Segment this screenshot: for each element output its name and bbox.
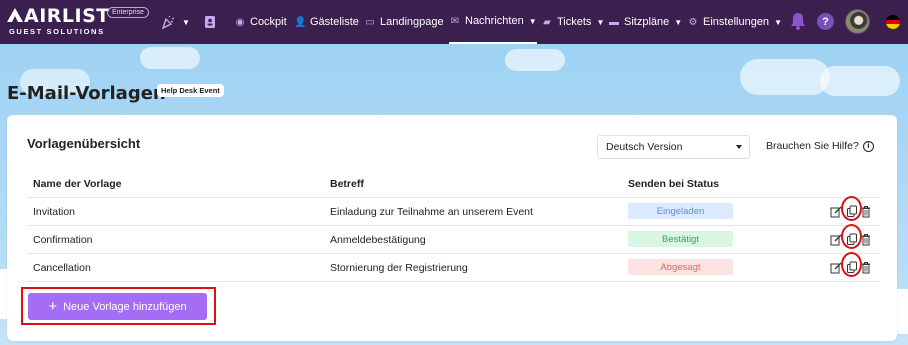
table-divider: [27, 281, 879, 282]
settings-icon: ⚙: [688, 16, 698, 28]
nav-item-label: Einstellungen: [703, 16, 770, 28]
cloud: [820, 66, 900, 96]
help-link[interactable]: Brauchen Sie Hilfe? i: [766, 140, 874, 152]
highlight-circle: [841, 224, 862, 249]
chevron-down-icon: ▼: [774, 17, 782, 27]
help-icon[interactable]: ?: [817, 13, 834, 30]
column-header-subject: Betreff: [330, 178, 364, 190]
add-template-label: Neue Vorlage hinzufügen: [63, 300, 187, 313]
enterprise-badge: Enterprise: [107, 7, 149, 18]
seating-icon: ▬: [609, 16, 619, 28]
table-row[interactable]: Confirmation Anmeldebestätigung Bestätig…: [27, 224, 879, 254]
nav-item-gaesteliste[interactable]: 👤 Gästeliste: [294, 0, 359, 44]
bell-icon[interactable]: [789, 11, 807, 31]
nav-item-label: Cockpit: [250, 16, 287, 28]
nav-item-cockpit[interactable]: ◉ Cockpit: [234, 0, 287, 44]
nav-item-label: Sitzpläne: [624, 16, 670, 28]
column-header-name: Name der Vorlage: [33, 178, 122, 190]
airlist-logo-icon: [7, 8, 23, 22]
avatar[interactable]: [845, 9, 870, 34]
landingpage-icon: ▭: [365, 16, 375, 28]
highlight-circle: [841, 196, 862, 221]
status-badge: Bestätigt: [628, 231, 733, 247]
nav-item-label: Tickets: [557, 16, 592, 28]
template-subject: Einladung zur Teilnahme an unserem Event: [330, 206, 533, 218]
german-flag-icon[interactable]: [886, 15, 900, 29]
info-icon: i: [862, 140, 874, 152]
highlight-circle: [841, 252, 862, 277]
party-icon[interactable]: [158, 12, 178, 32]
brand-logo[interactable]: AIRLIST GUEST SOLUTIONS Enterprise: [6, 5, 156, 39]
template-subject: Anmeldebestätigung: [330, 234, 426, 246]
table-row[interactable]: Invitation Einladung zur Teilnahme an un…: [27, 196, 879, 226]
guest-list-icon: 👤: [294, 16, 307, 28]
chevron-down-icon: ▼: [528, 16, 537, 26]
plus-icon: +: [48, 298, 58, 315]
event-switcher-chevron-icon[interactable]: ▼: [176, 12, 196, 32]
row-actions: [830, 196, 872, 221]
column-header-status: Senden bei Status: [628, 178, 720, 190]
nav-item-label: Nachrichten: [465, 15, 524, 27]
caret-down-icon: [736, 145, 742, 149]
chevron-down-icon: ▼: [674, 17, 683, 27]
page-title: E-Mail-Vorlagen: [7, 83, 166, 104]
contact-card-icon[interactable]: [200, 12, 220, 32]
brand-name: AIRLIST: [6, 5, 110, 27]
nav-item-label: Landingpage: [380, 16, 444, 28]
card-title: Vorlagenübersicht: [27, 136, 141, 151]
messages-icon: ✉: [450, 15, 460, 27]
nav-item-label: Gästeliste: [310, 16, 359, 28]
template-name: Cancellation: [33, 262, 91, 274]
nav-item-einstellungen[interactable]: ⚙ Einstellungen ▼: [687, 0, 782, 44]
template-subject: Stornierung der Registrierung: [330, 262, 468, 274]
language-select-value: Deutsch Version: [606, 141, 683, 153]
nav-item-sitzplaene[interactable]: ▬ Sitzpläne ▼: [608, 0, 682, 44]
nav-item-tickets[interactable]: ▰ Tickets ▼: [541, 0, 604, 44]
nav-item-landingpage[interactable]: ▭ Landingpage: [364, 0, 444, 44]
cloud: [505, 49, 565, 71]
add-template-button[interactable]: + Neue Vorlage hinzufügen: [28, 293, 207, 320]
row-actions: [830, 224, 872, 249]
cloud: [140, 47, 200, 69]
table-row[interactable]: Cancellation Stornierung der Registrieru…: [27, 252, 879, 282]
templates-card: Vorlagenübersicht Deutsch Version Brauch…: [7, 115, 897, 341]
brand-wordmark: AIRLIST: [24, 5, 110, 27]
dashboard-icon: ◉: [235, 16, 245, 28]
chevron-down-icon: ▼: [596, 17, 605, 27]
event-name-badge: Help Desk Event: [157, 84, 224, 97]
help-link-label: Brauchen Sie Hilfe?: [766, 140, 859, 152]
nav-item-nachrichten[interactable]: ✉ Nachrichten ▼: [449, 0, 537, 44]
template-name: Invitation: [33, 206, 76, 218]
template-name: Confirmation: [33, 234, 93, 246]
row-actions: [830, 252, 872, 277]
ticket-icon: ▰: [543, 16, 551, 28]
status-badge: Abgesagt: [628, 259, 733, 275]
top-navigation-bar: AIRLIST GUEST SOLUTIONS Enterprise ▼ ◉ C…: [0, 0, 908, 44]
status-badge: Eingeladen: [628, 203, 733, 219]
language-select[interactable]: Deutsch Version: [597, 135, 750, 159]
cloud: [740, 59, 830, 95]
brand-tagline: GUEST SOLUTIONS: [9, 27, 105, 36]
